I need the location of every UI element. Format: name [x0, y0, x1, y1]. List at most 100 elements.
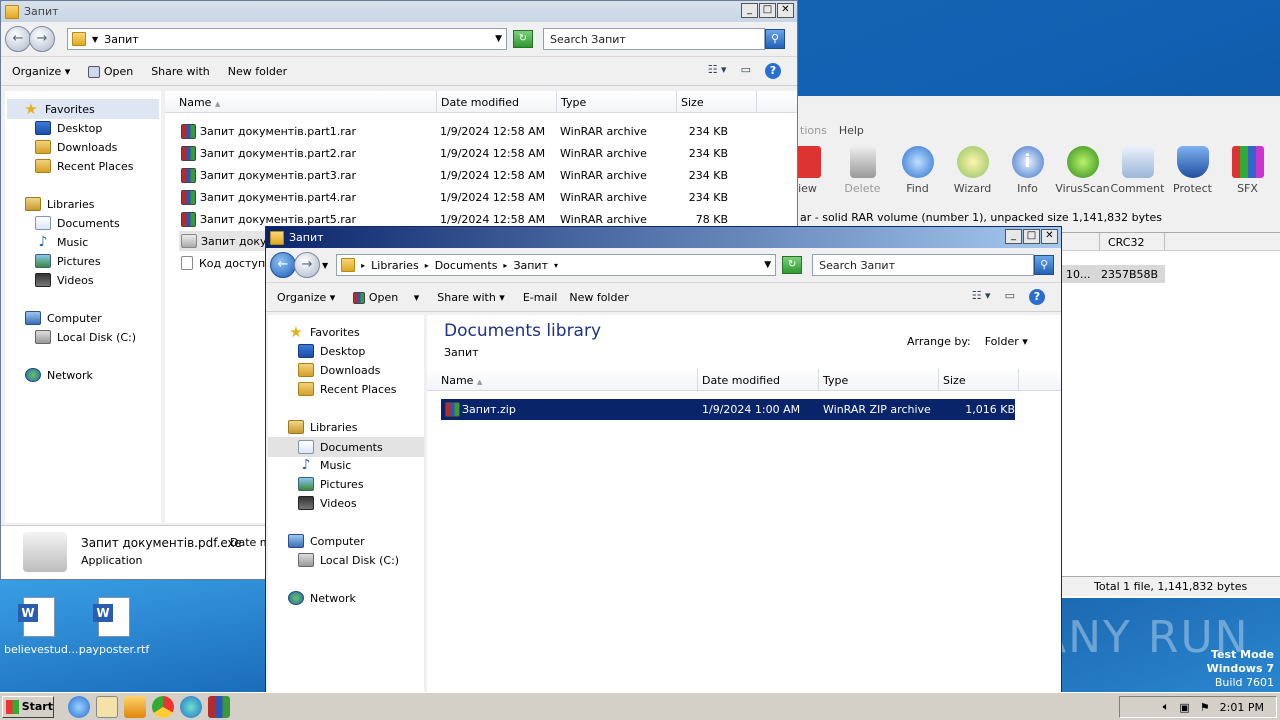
explorer-icon[interactable]: [96, 695, 118, 718]
col-size[interactable]: Size: [939, 369, 1019, 390]
titlebar[interactable]: Запит _ □ ✕: [1, 1, 797, 22]
search-input[interactable]: Search Запит: [543, 28, 765, 50]
menu-help[interactable]: Help: [839, 124, 864, 137]
nav-pictures[interactable]: Pictures: [298, 477, 364, 491]
file-row-selected[interactable]: Запит.zip 1/9/2024 1:00 AM WinRAR ZIP ar…: [441, 399, 1015, 420]
nav-network[interactable]: Network: [288, 591, 356, 605]
file-row[interactable]: Запит документів.part4.rar 1/9/2024 12:58…: [181, 187, 728, 207]
action-center-icon[interactable]: ⚑: [1200, 701, 1210, 714]
network-tray-icon[interactable]: ▣: [1179, 701, 1189, 714]
nav-videos[interactable]: Videos: [35, 273, 94, 287]
search-icon[interactable]: ⚲: [1034, 255, 1055, 275]
nav-music[interactable]: ♪ Music: [298, 458, 352, 472]
media-player-icon[interactable]: [124, 695, 146, 718]
col-type[interactable]: Type: [819, 369, 939, 390]
help-icon[interactable]: ?: [765, 63, 781, 79]
nav-desktop[interactable]: Desktop: [298, 344, 365, 358]
col-name[interactable]: Name ▲: [165, 91, 437, 112]
forward-button[interactable]: →: [29, 26, 55, 52]
address-bar[interactable]: ▼ Запит ▼: [67, 28, 507, 50]
nav-documents[interactable]: Documents: [35, 216, 120, 230]
breadcrumb-libraries[interactable]: Libraries: [371, 259, 419, 272]
preview-pane-icon[interactable]: ▭: [1005, 289, 1015, 305]
search-input[interactable]: Search Запит: [812, 254, 1035, 276]
close-button[interactable]: ✕: [1041, 229, 1058, 244]
nav-local-disk[interactable]: Local Disk (C:): [35, 330, 136, 344]
email-button[interactable]: E-mail: [523, 291, 558, 304]
chevron-right-icon[interactable]: ▸: [361, 261, 365, 270]
archive-row[interactable]: 10... 2357B58B: [1060, 265, 1165, 283]
breadcrumb-zapyt[interactable]: Запит: [513, 259, 548, 272]
nav-libraries[interactable]: Libraries: [288, 420, 358, 434]
tool-virusscan[interactable]: VirusScan: [1055, 146, 1110, 195]
tool-protect[interactable]: Protect: [1165, 146, 1220, 195]
tool-wizard[interactable]: Wizard: [945, 146, 1000, 195]
help-icon[interactable]: ?: [1029, 289, 1045, 305]
tool-info[interactable]: i Info: [1000, 146, 1055, 195]
nav-downloads[interactable]: Downloads: [35, 140, 117, 154]
nav-computer[interactable]: Computer: [25, 311, 102, 325]
volume-icon[interactable]: 🔈︎: [1163, 700, 1170, 714]
nav-downloads[interactable]: Downloads: [298, 363, 380, 377]
tool-sfx[interactable]: SFX: [1220, 146, 1275, 195]
open-button[interactable]: Open ▾: [353, 291, 419, 304]
col-date[interactable]: Date modified: [437, 91, 557, 112]
col-crc32[interactable]: CRC32: [1100, 233, 1165, 250]
refresh-icon[interactable]: ↻: [782, 256, 803, 274]
nav-computer[interactable]: Computer: [288, 534, 365, 548]
titlebar[interactable]: Запит _ □ ✕: [266, 227, 1061, 248]
col-date[interactable]: Date modified: [698, 369, 819, 390]
ie-icon[interactable]: [68, 695, 90, 718]
organize-button[interactable]: Organize ▾: [12, 65, 70, 78]
minimize-button[interactable]: _: [741, 3, 758, 18]
recent-pages-icon[interactable]: ▼: [322, 261, 328, 270]
start-button[interactable]: Start: [2, 695, 54, 718]
nav-desktop[interactable]: Desktop: [35, 121, 102, 135]
tool-delete[interactable]: Delete: [835, 146, 890, 195]
nav-music[interactable]: ♪ Music: [35, 235, 89, 249]
share-with-button[interactable]: Share with ▾: [437, 291, 505, 304]
refresh-icon[interactable]: ↻: [513, 30, 533, 48]
close-button[interactable]: ✕: [777, 3, 794, 18]
chrome-icon[interactable]: [152, 695, 174, 718]
col-type[interactable]: Type: [557, 91, 677, 112]
back-button[interactable]: ←: [270, 252, 296, 278]
view-options-icon[interactable]: ☷ ▾: [708, 63, 727, 79]
nav-favorites[interactable]: ★ Favorites: [288, 325, 359, 340]
new-folder-button[interactable]: New folder: [228, 65, 287, 78]
desktop-icon-payposter[interactable]: W payposter.rtf: [76, 597, 152, 656]
breadcrumb-documents[interactable]: Documents: [435, 259, 498, 272]
share-with-button[interactable]: Share with: [151, 65, 210, 78]
tool-find[interactable]: Find: [890, 146, 945, 195]
maximize-button[interactable]: □: [1023, 229, 1040, 244]
view-options-icon[interactable]: ☷ ▾: [972, 289, 991, 305]
menu-options[interactable]: tions: [800, 124, 827, 137]
organize-button[interactable]: Organize ▾: [277, 291, 335, 304]
address-bar[interactable]: ▸ Libraries ▸ Documents ▸ Запит ▾ ▼: [336, 254, 777, 276]
file-row[interactable]: Запит документів.part2.rar 1/9/2024 12:58…: [181, 143, 728, 163]
file-row[interactable]: Код доступу: [181, 253, 272, 273]
nav-favorites[interactable]: ★ Favorites: [7, 99, 159, 119]
nav-libraries[interactable]: Libraries: [25, 197, 95, 211]
clock[interactable]: 2:01 PM: [1220, 701, 1264, 714]
chevron-right-icon[interactable]: ▸: [425, 261, 429, 270]
address-dropdown-icon[interactable]: ▼: [764, 260, 771, 270]
chevron-down-icon[interactable]: ▾: [554, 261, 558, 270]
file-row[interactable]: Запит документів.part1.rar 1/9/2024 12:58…: [181, 121, 728, 141]
new-folder-button[interactable]: New folder: [569, 291, 628, 304]
arrange-by-dropdown[interactable]: Folder ▾: [985, 335, 1028, 348]
maximize-button[interactable]: □: [759, 3, 776, 18]
nav-pictures[interactable]: Pictures: [35, 254, 101, 268]
col-name[interactable]: Name ▲: [427, 369, 698, 390]
edge-icon[interactable]: [180, 695, 202, 718]
file-row[interactable]: Запит документів.part3.rar 1/9/2024 12:58…: [181, 165, 728, 185]
winrar-taskbar-icon[interactable]: [208, 695, 230, 718]
tool-comment[interactable]: Comment: [1110, 146, 1165, 195]
nav-videos[interactable]: Videos: [298, 496, 357, 510]
col-size[interactable]: Size: [677, 91, 757, 112]
back-button[interactable]: ←: [5, 26, 31, 52]
chevron-right-icon[interactable]: ▸: [503, 261, 507, 270]
forward-button[interactable]: →: [294, 252, 320, 278]
nav-network[interactable]: Network: [25, 368, 93, 382]
desktop-icon-believestud[interactable]: W believestud...: [4, 597, 78, 656]
